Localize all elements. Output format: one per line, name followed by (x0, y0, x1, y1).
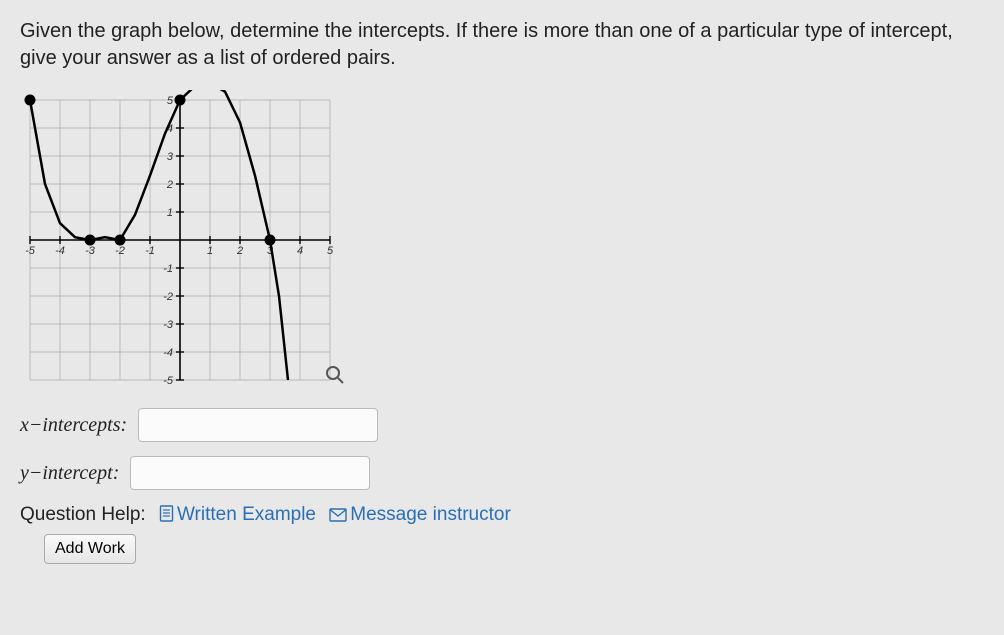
svg-text:-3: -3 (85, 245, 96, 257)
svg-text:-4: -4 (55, 245, 65, 257)
svg-text:4: 4 (297, 245, 303, 257)
svg-text:-2: -2 (163, 291, 173, 303)
document-icon (159, 505, 174, 528)
zoom-icon[interactable] (325, 365, 345, 385)
x-intercepts-input[interactable] (138, 408, 378, 442)
svg-text:3: 3 (167, 151, 174, 163)
y-intercept-label: y−intercept: (20, 462, 124, 485)
svg-text:1: 1 (167, 207, 173, 219)
svg-text:-5: -5 (25, 245, 36, 257)
svg-text:-2: -2 (115, 245, 125, 257)
svg-text:-3: -3 (163, 319, 174, 331)
svg-text:-1: -1 (145, 245, 155, 257)
message-instructor-link[interactable]: Message instructor (329, 504, 511, 525)
svg-text:2: 2 (236, 245, 243, 257)
svg-text:-4: -4 (163, 347, 173, 359)
x-intercepts-label: x−intercepts: (20, 414, 132, 437)
graph: -5-4-3-2-112345-5-4-3-2-112345 (20, 90, 340, 390)
written-example-link[interactable]: Written Example (159, 504, 321, 525)
add-work-button[interactable]: Add Work (44, 534, 136, 564)
svg-text:2: 2 (166, 179, 173, 191)
question-help: Question Help: Written Example Message i… (20, 504, 984, 564)
svg-text:5: 5 (327, 245, 334, 257)
envelope-icon (329, 506, 347, 528)
svg-text:-5: -5 (163, 375, 174, 387)
svg-text:-1: -1 (163, 263, 173, 275)
x-intercepts-row: x−intercepts: (20, 408, 984, 442)
svg-text:1: 1 (207, 245, 213, 257)
svg-text:5: 5 (167, 95, 174, 107)
help-label: Question Help: (20, 504, 146, 525)
y-intercept-input[interactable] (130, 456, 370, 490)
question-text: Given the graph below, determine the int… (20, 18, 984, 72)
y-intercept-row: y−intercept: (20, 456, 984, 490)
